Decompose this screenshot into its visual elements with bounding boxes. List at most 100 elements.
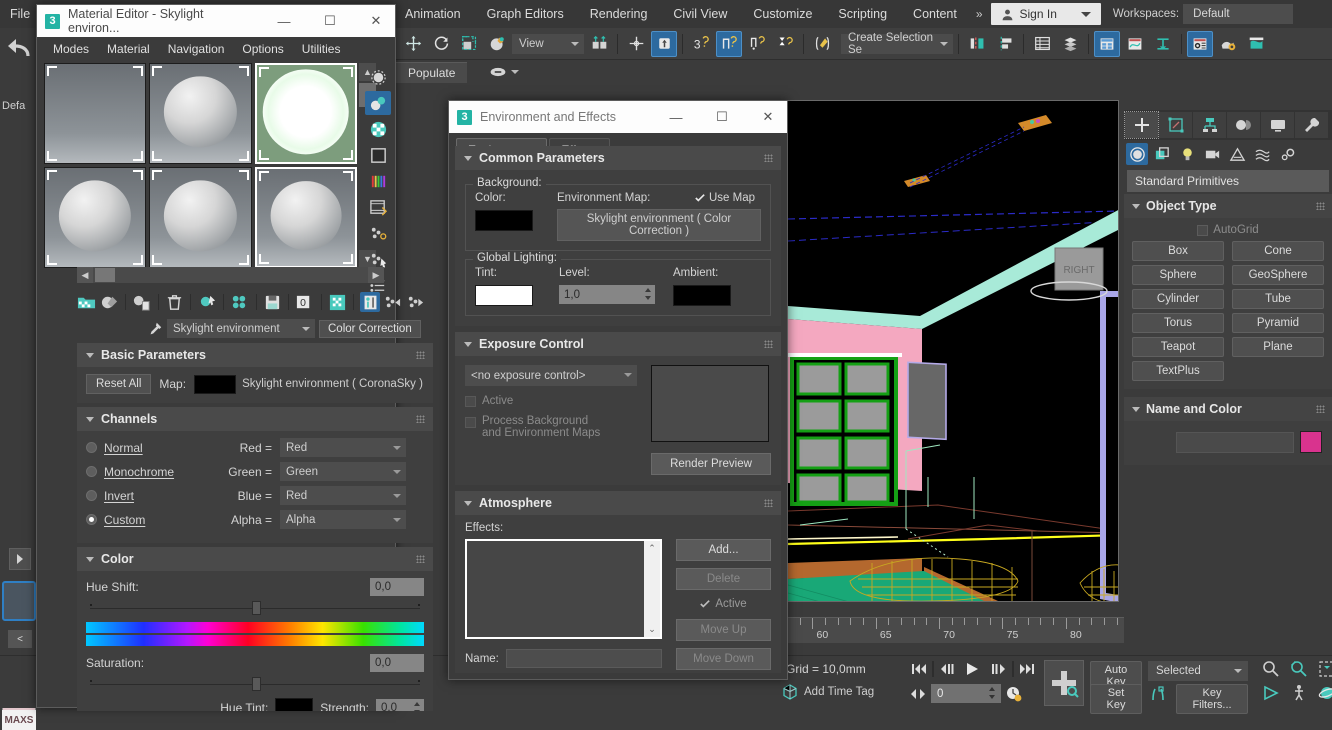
- menu-item-animation[interactable]: Animation: [392, 2, 474, 26]
- motion-tab[interactable]: [1227, 112, 1260, 138]
- select-and-place-icon[interactable]: [484, 31, 510, 57]
- hierarchy-tab[interactable]: [1193, 112, 1226, 138]
- material-slot-5[interactable]: [149, 167, 251, 268]
- autogrid-row[interactable]: AutoGrid: [1132, 224, 1324, 236]
- set-key-button[interactable]: Set Key: [1090, 684, 1142, 714]
- helpers-icon[interactable]: [1226, 143, 1248, 165]
- scroll-down-icon[interactable]: ⌄: [648, 624, 656, 635]
- set-keys-button[interactable]: [1044, 660, 1084, 706]
- named-selection-sets-combo[interactable]: Create Selection Se: [841, 34, 953, 54]
- viewport-preview-thumb[interactable]: [2, 581, 36, 621]
- key-filters-button[interactable]: Key Filters...: [1176, 684, 1248, 714]
- environment-window-titlebar[interactable]: 3 Environment and Effects — ☐ ✕: [449, 101, 787, 133]
- add-time-tag-icon[interactable]: [782, 684, 798, 700]
- delete-material-icon[interactable]: [165, 292, 185, 312]
- menu-options[interactable]: Options: [234, 39, 291, 59]
- material-type-button[interactable]: Color Correction: [319, 320, 421, 338]
- previous-frame-icon[interactable]: [936, 658, 958, 680]
- exposure-active-checkbox[interactable]: [465, 396, 476, 407]
- reset-all-button[interactable]: Reset All: [86, 374, 151, 394]
- menu-item-content[interactable]: Content: [900, 2, 970, 26]
- menu-overflow-chevron-icon[interactable]: »: [970, 2, 989, 26]
- move-up-button[interactable]: Move Up: [676, 619, 771, 641]
- object-type-button-pyramid[interactable]: Pyramid: [1232, 313, 1324, 333]
- channel-radio-monochrome[interactable]: [86, 466, 97, 477]
- undo-large-icon[interactable]: [4, 36, 36, 65]
- align-icon[interactable]: [992, 31, 1018, 57]
- lights-icon[interactable]: [1176, 143, 1198, 165]
- toggle-scene-explorer-icon[interactable]: [1094, 31, 1120, 57]
- maximize-button[interactable]: ☐: [311, 6, 349, 37]
- percent-snap-toggle-icon[interactable]: [716, 31, 742, 57]
- make-preview-icon[interactable]: [365, 195, 391, 219]
- menu-utilities[interactable]: Utilities: [294, 39, 349, 59]
- map-color-swatch[interactable]: [194, 375, 236, 394]
- channel-radio-invert[interactable]: [86, 490, 97, 501]
- move-down-button[interactable]: Move Down: [676, 648, 771, 670]
- menu-item-civil-view[interactable]: Civil View: [660, 2, 740, 26]
- object-type-button-torus[interactable]: Torus: [1132, 313, 1224, 333]
- field-of-view-icon[interactable]: [1262, 684, 1280, 702]
- material-slot-6[interactable]: [255, 167, 357, 268]
- object-type-button-sphere[interactable]: Sphere: [1132, 265, 1224, 285]
- put-to-library-icon[interactable]: [197, 292, 217, 312]
- hue-shift-slider[interactable]: [86, 601, 424, 615]
- object-type-button-box[interactable]: Box: [1132, 241, 1224, 261]
- render-preview-button[interactable]: Render Preview: [651, 453, 771, 475]
- material-slot-2[interactable]: [149, 63, 251, 164]
- channel-radio-normal[interactable]: [86, 442, 97, 453]
- minimize-button[interactable]: —: [657, 102, 695, 133]
- color-header[interactable]: Color: [77, 547, 433, 571]
- process-background-row[interactable]: Process Background and Environment Maps: [465, 415, 637, 439]
- assign-material-to-selection-icon[interactable]: [100, 292, 120, 312]
- maximize-button[interactable]: ☐: [703, 102, 741, 133]
- object-type-button-cone[interactable]: Cone: [1232, 241, 1324, 261]
- material-editor-titlebar[interactable]: 3 Material Editor - Skylight environ... …: [37, 5, 395, 37]
- sign-in-button[interactable]: Sign In: [991, 3, 1101, 25]
- zoom-extents-icon[interactable]: [1318, 660, 1332, 678]
- background-checker-icon[interactable]: [365, 117, 391, 141]
- exposure-active-row[interactable]: Active: [465, 395, 637, 407]
- ambient-color-swatch[interactable]: [673, 285, 731, 306]
- eyedropper-icon[interactable]: [147, 321, 163, 337]
- scroll-left-icon[interactable]: ◀: [77, 267, 93, 283]
- layer-explorer-icon[interactable]: [1029, 31, 1055, 57]
- zoom-all-icon[interactable]: [1290, 660, 1308, 678]
- menu-item-rendering[interactable]: Rendering: [577, 2, 661, 26]
- systems-icon[interactable]: [1276, 143, 1298, 165]
- schematic-view-icon[interactable]: [1150, 31, 1176, 57]
- walkthrough-icon[interactable]: [1290, 684, 1308, 702]
- exposure-preview-thumbnail[interactable]: [651, 365, 769, 442]
- scroll-right-icon[interactable]: ▶: [368, 267, 384, 283]
- space-warps-icon[interactable]: [1251, 143, 1273, 165]
- object-type-rollout-header[interactable]: Object Type: [1124, 194, 1332, 218]
- orbit-icon[interactable]: [1318, 684, 1332, 702]
- display-tab[interactable]: [1261, 112, 1294, 138]
- select-and-rotate-icon[interactable]: [428, 31, 454, 57]
- show-shaded-material-icon[interactable]: [230, 292, 250, 312]
- create-tab[interactable]: [1125, 112, 1158, 138]
- level-spinner[interactable]: 1,0: [559, 285, 655, 304]
- play-icon[interactable]: [960, 658, 986, 680]
- material-slot-1[interactable]: [44, 63, 146, 164]
- geometry-icon[interactable]: [1126, 143, 1148, 165]
- tint-color-swatch[interactable]: [475, 285, 533, 306]
- shapes-icon[interactable]: [1151, 143, 1173, 165]
- viewport-perspective[interactable]: RIGHT: [787, 100, 1119, 602]
- backlight-icon[interactable]: [365, 91, 391, 115]
- go-to-end-icon[interactable]: [1016, 658, 1038, 680]
- object-type-button-tube[interactable]: Tube: [1232, 289, 1324, 309]
- hue-tint-swatch[interactable]: [275, 698, 313, 711]
- use-center-icon[interactable]: [586, 31, 612, 57]
- render-frame-window-icon[interactable]: [1243, 31, 1269, 57]
- show-end-result-icon[interactable]: [360, 292, 380, 312]
- expand-ribbon-button[interactable]: [9, 548, 31, 570]
- scene-explorer-icon[interactable]: [1057, 31, 1083, 57]
- collapse-panel-button[interactable]: <: [8, 630, 32, 648]
- edit-named-selection-sets-icon[interactable]: [809, 31, 835, 57]
- channel-radio-row-normal[interactable]: Normal: [86, 441, 204, 455]
- render-setup-icon[interactable]: [1215, 31, 1241, 57]
- current-frame-spinner[interactable]: 0: [931, 684, 1001, 703]
- channel-assign-combo-0[interactable]: Red: [280, 438, 406, 457]
- close-button[interactable]: ✕: [749, 102, 787, 133]
